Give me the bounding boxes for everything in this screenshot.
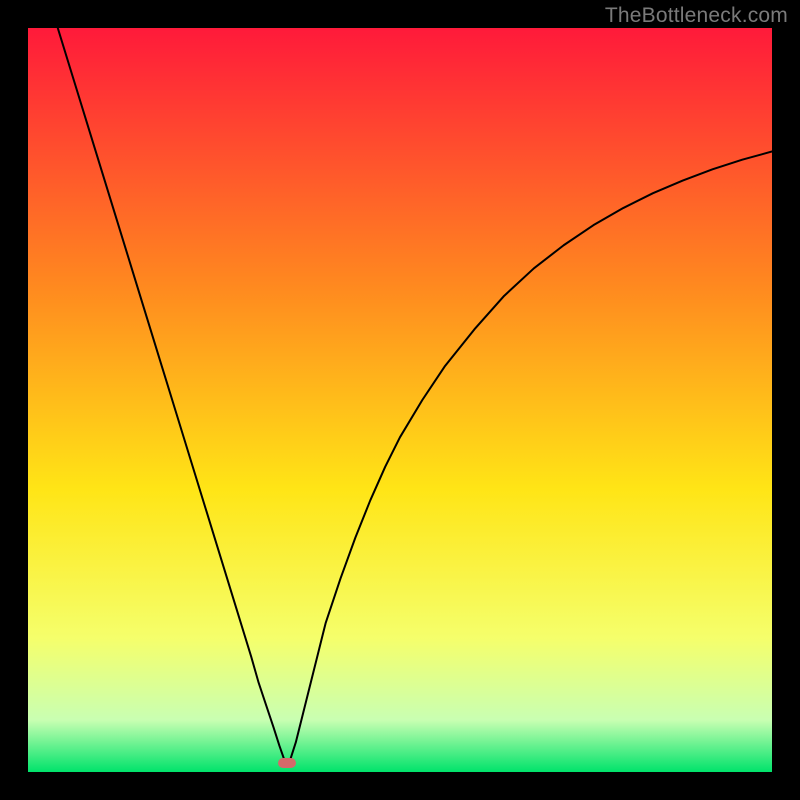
gradient-background	[28, 28, 772, 772]
optimum-marker	[278, 758, 296, 768]
bottleneck-plot	[28, 28, 772, 772]
watermark-label: TheBottleneck.com	[605, 4, 788, 28]
chart-frame	[28, 28, 772, 772]
